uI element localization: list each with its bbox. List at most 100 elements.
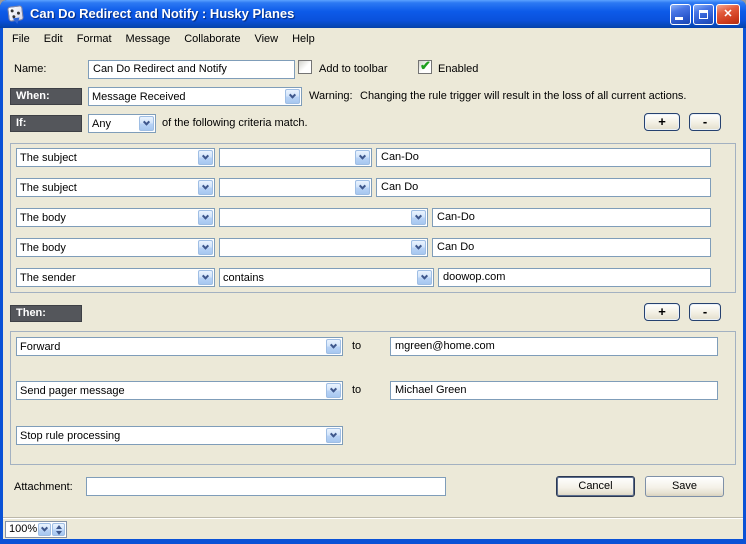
criterion-operator-select[interactable]	[219, 238, 428, 257]
criterion-value-input[interactable]: Can-Do	[376, 148, 711, 167]
chevron-down-icon	[421, 273, 428, 280]
zoom-dropdown-button[interactable]	[38, 523, 51, 536]
add-criterion-button[interactable]: +	[644, 113, 680, 131]
menu-collaborate[interactable]: Collaborate	[177, 30, 247, 48]
if-match-select[interactable]: Any	[88, 114, 156, 133]
criterion-operator-select[interactable]	[219, 208, 428, 227]
chevron-down-icon	[330, 431, 337, 438]
action-target-input[interactable]: Michael Green	[390, 381, 718, 400]
chevron-down-icon	[202, 183, 209, 190]
criterion-operator-value: contains	[220, 272, 416, 284]
criterion-field-value: The subject	[17, 152, 197, 164]
remove-criterion-button[interactable]: -	[689, 113, 721, 131]
chevron-down-icon	[330, 386, 337, 393]
action-select[interactable]: Stop rule processing	[16, 426, 343, 445]
dropdown-button[interactable]	[411, 210, 426, 225]
menu-bar: File Edit Format Message Collaborate Vie…	[3, 28, 743, 49]
title-bar[interactable]: Can Do Redirect and Notify : Husky Plane…	[0, 0, 746, 28]
menu-message[interactable]: Message	[119, 30, 178, 48]
when-trigger-select[interactable]: Message Received	[88, 87, 302, 106]
criterion-field-value: The sender	[17, 272, 197, 284]
enabled-checkbox[interactable]: ✔	[418, 60, 432, 74]
chevron-down-icon	[202, 153, 209, 160]
spinner-up-icon	[56, 525, 62, 529]
action-value: Forward	[17, 341, 325, 353]
warning-label: Warning:	[309, 90, 353, 102]
if-match-value: Any	[89, 118, 138, 130]
action-target-input[interactable]: mgreen@home.com	[390, 337, 718, 356]
dropdown-button[interactable]	[326, 428, 341, 443]
zoom-spinner[interactable]	[52, 523, 65, 536]
menu-file[interactable]: File	[5, 30, 37, 48]
dropdown-button[interactable]	[355, 180, 370, 195]
save-button[interactable]: Save	[645, 476, 724, 497]
name-input[interactable]: Can Do Redirect and Notify	[88, 60, 295, 79]
chevron-down-icon	[289, 92, 296, 99]
add-to-toolbar-checkbox[interactable]	[298, 60, 312, 74]
chevron-down-icon	[202, 243, 209, 250]
dropdown-button[interactable]	[285, 89, 300, 104]
criterion-field-select[interactable]: The subject	[16, 178, 215, 197]
chevron-down-icon	[202, 273, 209, 280]
menu-help[interactable]: Help	[285, 30, 322, 48]
criterion-value-input[interactable]: doowop.com	[438, 268, 711, 287]
chevron-down-icon	[415, 243, 422, 250]
criterion-field-select[interactable]: The sender	[16, 268, 215, 287]
add-action-button[interactable]: +	[644, 303, 680, 321]
maximize-button[interactable]	[693, 4, 714, 25]
menu-view[interactable]: View	[247, 30, 285, 48]
chevron-down-icon	[359, 153, 366, 160]
criterion-field-select[interactable]: The body	[16, 238, 215, 257]
criterion-field-value: The subject	[17, 182, 197, 194]
remove-action-button[interactable]: -	[689, 303, 721, 321]
zoom-value: 100%	[6, 522, 37, 537]
dropdown-button[interactable]	[326, 383, 341, 398]
app-icon	[7, 5, 24, 22]
action-connector-label: to	[352, 340, 361, 352]
chevron-down-icon	[330, 342, 337, 349]
chevron-down-icon	[415, 213, 422, 220]
menu-format[interactable]: Format	[70, 30, 119, 48]
criterion-value-input[interactable]: Can Do	[376, 178, 711, 197]
zoom-control[interactable]: 100%	[5, 521, 67, 538]
if-section-label: If:	[10, 115, 82, 132]
dropdown-button[interactable]	[198, 150, 213, 165]
if-suffix-text: of the following criteria match.	[162, 117, 308, 129]
action-select[interactable]: Send pager message	[16, 381, 343, 400]
action-value: Stop rule processing	[17, 430, 325, 442]
action-select[interactable]: Forward	[16, 337, 343, 356]
minimize-button[interactable]	[670, 4, 691, 25]
dropdown-button[interactable]	[198, 240, 213, 255]
criterion-value-input[interactable]: Can Do	[432, 238, 711, 257]
attachment-input[interactable]	[86, 477, 446, 496]
add-to-toolbar-label: Add to toolbar	[319, 63, 388, 75]
window-title: Can Do Redirect and Notify : Husky Plane…	[30, 6, 294, 21]
menu-edit[interactable]: Edit	[37, 30, 70, 48]
criterion-field-select[interactable]: The body	[16, 208, 215, 227]
enabled-label: Enabled	[438, 63, 478, 75]
dropdown-button[interactable]	[139, 116, 154, 131]
dropdown-button[interactable]	[198, 210, 213, 225]
dropdown-button[interactable]	[411, 240, 426, 255]
dropdown-button[interactable]	[417, 270, 432, 285]
name-label: Name:	[14, 63, 46, 75]
action-connector-label: to	[352, 384, 361, 396]
cancel-button[interactable]: Cancel	[556, 476, 635, 497]
spinner-down-icon	[56, 531, 62, 535]
criterion-operator-select[interactable]	[219, 178, 372, 197]
warning-text: Changing the rule trigger will result in…	[360, 90, 687, 102]
criterion-operator-select[interactable]	[219, 148, 372, 167]
dropdown-button[interactable]	[355, 150, 370, 165]
chevron-down-icon	[41, 525, 48, 532]
status-bar	[3, 517, 743, 539]
dropdown-button[interactable]	[198, 270, 213, 285]
criterion-field-select[interactable]: The subject	[16, 148, 215, 167]
criterion-operator-select[interactable]: contains	[219, 268, 434, 287]
dropdown-button[interactable]	[326, 339, 341, 354]
criterion-field-value: The body	[17, 212, 197, 224]
dropdown-button[interactable]	[198, 180, 213, 195]
minimize-icon	[675, 17, 683, 20]
action-value: Send pager message	[17, 385, 325, 397]
criterion-value-input[interactable]: Can-Do	[432, 208, 711, 227]
close-button[interactable]: ✕	[716, 4, 740, 25]
